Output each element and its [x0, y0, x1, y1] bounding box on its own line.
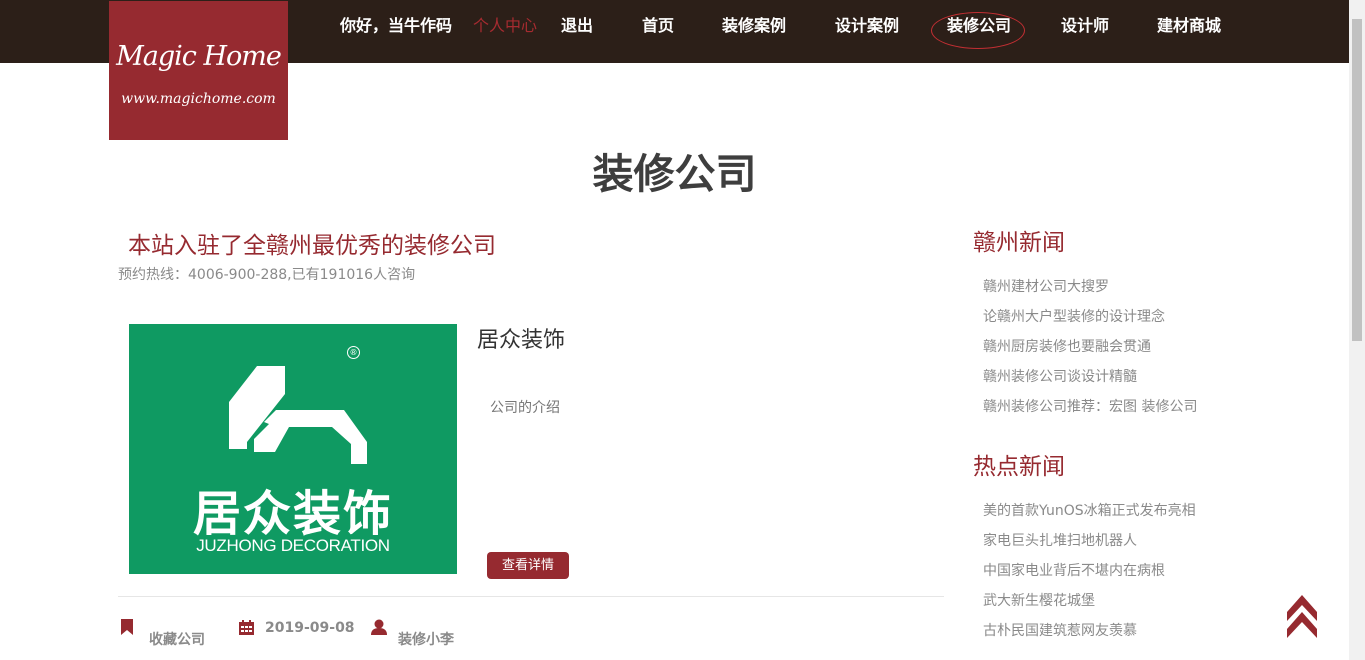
ganzhou-news-item[interactable]: 赣州建材公司大搜罗	[983, 276, 1109, 296]
logo-url: www.magichome.com	[121, 91, 276, 107]
double-chevron-up-icon[interactable]	[1284, 590, 1320, 640]
nav-item-materials-mall[interactable]: 建材商城	[1157, 12, 1221, 36]
hot-news-item[interactable]: 家电巨头扎堆扫地机器人	[983, 530, 1137, 550]
company-description: 公司的介绍	[490, 400, 560, 416]
view-details-button[interactable]: 查看详情	[487, 552, 569, 579]
author-name: 装修小李	[398, 632, 454, 648]
logout-link[interactable]: 退出	[561, 12, 593, 36]
hot-news-item[interactable]: 武大新生樱花城堡	[983, 590, 1095, 610]
user-icon	[371, 619, 387, 635]
page-title: 装修公司	[592, 150, 757, 198]
page-scrollbar-thumb[interactable]	[1352, 19, 1362, 341]
hot-news-item[interactable]: 美的首款YunOS冰箱正式发布亮相	[983, 500, 1196, 520]
favorite-company-link[interactable]: 收藏公司	[149, 629, 205, 649]
logo-wordmark: Magic Home	[116, 41, 282, 72]
user-greeting: 你好，当牛作码	[340, 16, 453, 35]
hot-news-item[interactable]: 中国家电业背后不堪内在病根	[983, 560, 1165, 580]
nav-item-renovation-cases[interactable]: 装修案例	[722, 12, 786, 36]
hot-news-heading: 热点新闻	[973, 454, 1065, 480]
bookmark-icon[interactable]	[121, 619, 133, 635]
divider	[118, 596, 944, 597]
active-nav-highlight	[931, 12, 1025, 49]
ganzhou-news-item[interactable]: 赣州厨房装修也要融会贯通	[983, 336, 1151, 356]
company-logo-image[interactable]: ® 居众装饰 JUZHONG DECORATION	[129, 324, 457, 574]
registered-mark: ®	[347, 346, 360, 359]
site-logo[interactable]: Magic Home www.magichome.com	[109, 1, 288, 140]
company-logo-chinese-text: 居众装饰	[192, 486, 393, 542]
publish-date: 2019-09-08	[265, 620, 355, 636]
nav-item-designers[interactable]: 设计师	[1061, 12, 1109, 36]
calendar-icon	[239, 620, 254, 635]
nav-item-design-cases[interactable]: 设计案例	[835, 12, 899, 36]
intro-heading: 本站入驻了全赣州最优秀的装修公司	[128, 233, 496, 259]
company-name[interactable]: 居众装饰	[477, 322, 565, 354]
ganzhou-news-item[interactable]: 论赣州大户型装修的设计理念	[983, 306, 1165, 326]
company-logo-english-text: JUZHONG DECORATION	[196, 536, 390, 555]
ganzhou-news-item[interactable]: 赣州装修公司谈设计精髓	[983, 366, 1137, 386]
ganzhou-news-item[interactable]: 赣州装修公司推荐：宏图 装修公司	[983, 396, 1197, 416]
hotline-text: 预约热线：4006-900-288,已有191016人咨询	[118, 267, 416, 283]
ganzhou-news-heading: 赣州新闻	[973, 230, 1065, 256]
hot-news-item[interactable]: 古朴民国建筑惹网友羡慕	[983, 620, 1137, 640]
nav-item-home[interactable]: 首页	[642, 12, 674, 36]
user-center-link[interactable]: 个人中心	[473, 12, 537, 36]
